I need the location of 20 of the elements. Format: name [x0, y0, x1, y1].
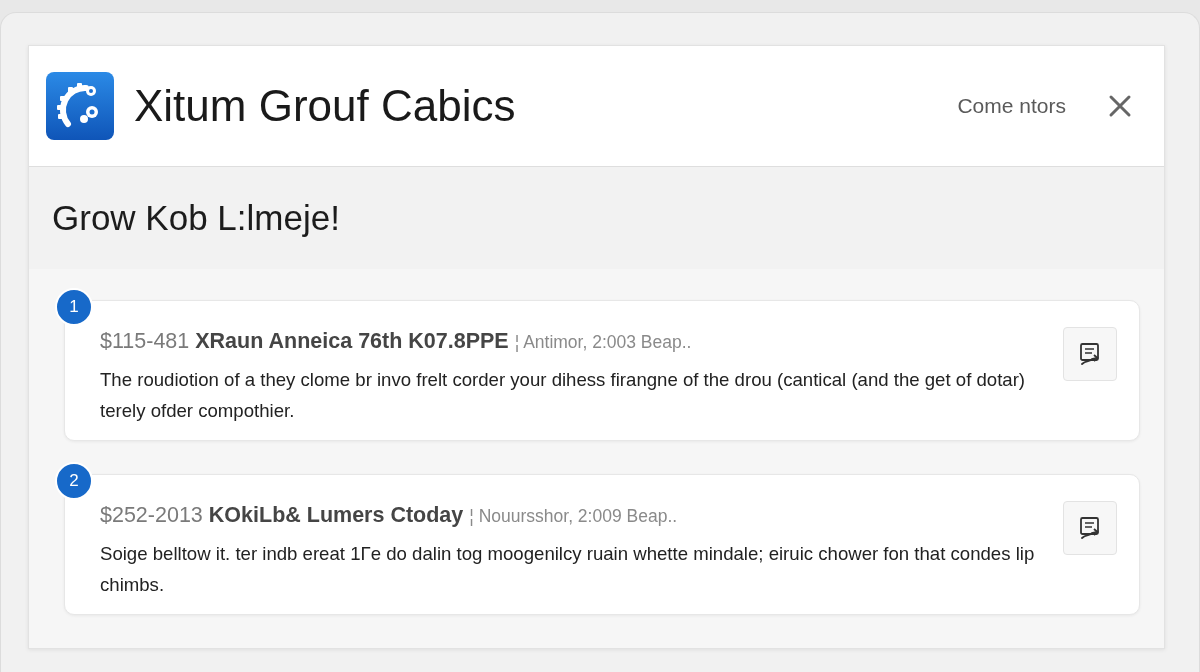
entry-meta: ¦ Nouursshor, 2:009 Beap.. — [469, 506, 678, 526]
entry-description: Soige belltow it. ter indb ereat 1Γe do dalin tog moogenilcy ruain whette mindale; eiruic chower fon that condes lip chimbs. — [100, 542, 1036, 597]
note-button[interactable] — [1063, 501, 1117, 555]
number-badge: 1 — [55, 288, 93, 326]
entry-title: KOkiLb& Lumers Ctoday — [208, 503, 464, 527]
entry-price: $115-481 — [100, 329, 190, 353]
number-badge: 2 — [55, 462, 93, 500]
app-title: Xitum Grouf Cabics — [134, 80, 516, 133]
note-button[interactable] — [1063, 327, 1117, 381]
entry-title: XRaun Anneica 76th K07.8PPE — [195, 329, 509, 353]
section-heading: Grow Kob L:lmeje! — [52, 197, 340, 240]
entry-meta: ¦ Antimor, 2:003 Beap.. — [514, 332, 692, 352]
entry-description: The roudiotion of a they clome br invo frelt corder your dihess firangne of the drou (cantical (and the get of dotar) terely ofder compothier. — [100, 368, 1027, 423]
gear-logo-icon — [46, 72, 114, 141]
note-icon — [1078, 516, 1102, 540]
close-icon — [1108, 94, 1132, 119]
entry-price: $252-2013 — [100, 503, 203, 527]
header-link[interactable]: Come ntors — [957, 90, 1066, 122]
close-button[interactable] — [1108, 94, 1132, 119]
note-icon — [1078, 342, 1102, 366]
